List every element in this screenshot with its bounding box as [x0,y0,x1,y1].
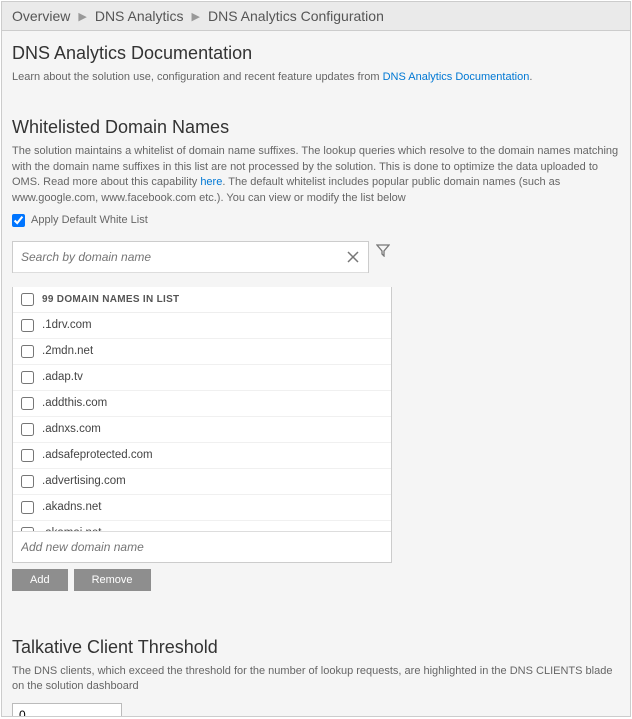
domain-row-label: .akamai.net [42,527,101,531]
remove-button[interactable]: Remove [74,569,151,591]
doc-section-text: Learn about the solution use, configurat… [12,70,620,85]
domain-row-label: .2mdn.net [42,345,93,357]
domain-row-label: .adsafeprotected.com [42,449,153,461]
chevron-right-icon: ▶ [192,10,200,23]
doc-link[interactable]: DNS Analytics Documentation [383,71,530,83]
doc-text-prefix: Learn about the solution use, configurat… [12,71,383,83]
breadcrumb-dns-analytics-config[interactable]: DNS Analytics Configuration [208,8,384,24]
apply-default-whitelist-label: Apply Default White List [31,214,148,226]
apply-default-whitelist-checkbox[interactable] [12,214,25,227]
threshold-section-title: Talkative Client Threshold [12,637,620,658]
domain-row-label: .akadns.net [42,501,101,513]
add-button[interactable]: Add [12,569,68,591]
domain-row[interactable]: .adsafeprotected.com [13,443,391,469]
domain-row[interactable]: .1drv.com [13,313,391,339]
whitelist-section-text: The solution maintains a whitelist of do… [12,144,620,206]
domain-row-label: .adap.tv [42,371,83,383]
whitelist-section-title: Whitelisted Domain Names [12,117,620,138]
domain-search-input[interactable] [19,246,344,268]
chevron-right-icon: ▶ [78,10,86,23]
domain-row-label: .addthis.com [42,397,107,409]
select-all-domains-checkbox[interactable] [21,293,34,306]
domain-row-checkbox[interactable] [21,345,34,358]
domain-row[interactable]: .akadns.net [13,495,391,521]
threshold-input[interactable] [12,703,122,716]
domain-row-label: .advertising.com [42,475,126,487]
domain-list[interactable]: .1drv.com .2mdn.net .adap.tv .addthis.com .a… [13,313,391,531]
domain-row[interactable]: .adnxs.com [13,417,391,443]
breadcrumb-overview[interactable]: Overview [12,8,70,24]
breadcrumb: Overview ▶ DNS Analytics ▶ DNS Analytics… [2,2,630,31]
domain-row-checkbox[interactable] [21,527,34,531]
domain-row[interactable]: .addthis.com [13,391,391,417]
domain-row[interactable]: .advertising.com [13,469,391,495]
whitelist-here-link[interactable]: here [200,176,222,188]
domain-list-header: 99 DOMAIN NAMES IN LIST [42,294,179,305]
clear-search-icon[interactable] [344,248,362,266]
domain-row[interactable]: .2mdn.net [13,339,391,365]
threshold-section-text: The DNS clients, which exceed the thresh… [12,664,620,695]
domain-row-checkbox[interactable] [21,475,34,488]
domain-row-checkbox[interactable] [21,371,34,384]
domain-row[interactable]: .adap.tv [13,365,391,391]
domain-row-label: .adnxs.com [42,423,101,435]
doc-section-title: DNS Analytics Documentation [12,43,620,64]
domain-row-label: .1drv.com [42,319,92,331]
domain-row-checkbox[interactable] [21,397,34,410]
doc-text-suffix: . [529,71,532,83]
filter-icon[interactable] [373,240,392,260]
add-domain-input[interactable] [21,540,383,554]
domain-row-checkbox[interactable] [21,319,34,332]
domain-row[interactable]: .akamai.net [13,521,391,531]
domain-row-checkbox[interactable] [21,501,34,514]
domain-row-checkbox[interactable] [21,449,34,462]
breadcrumb-dns-analytics[interactable]: DNS Analytics [95,8,184,24]
domain-row-checkbox[interactable] [21,423,34,436]
